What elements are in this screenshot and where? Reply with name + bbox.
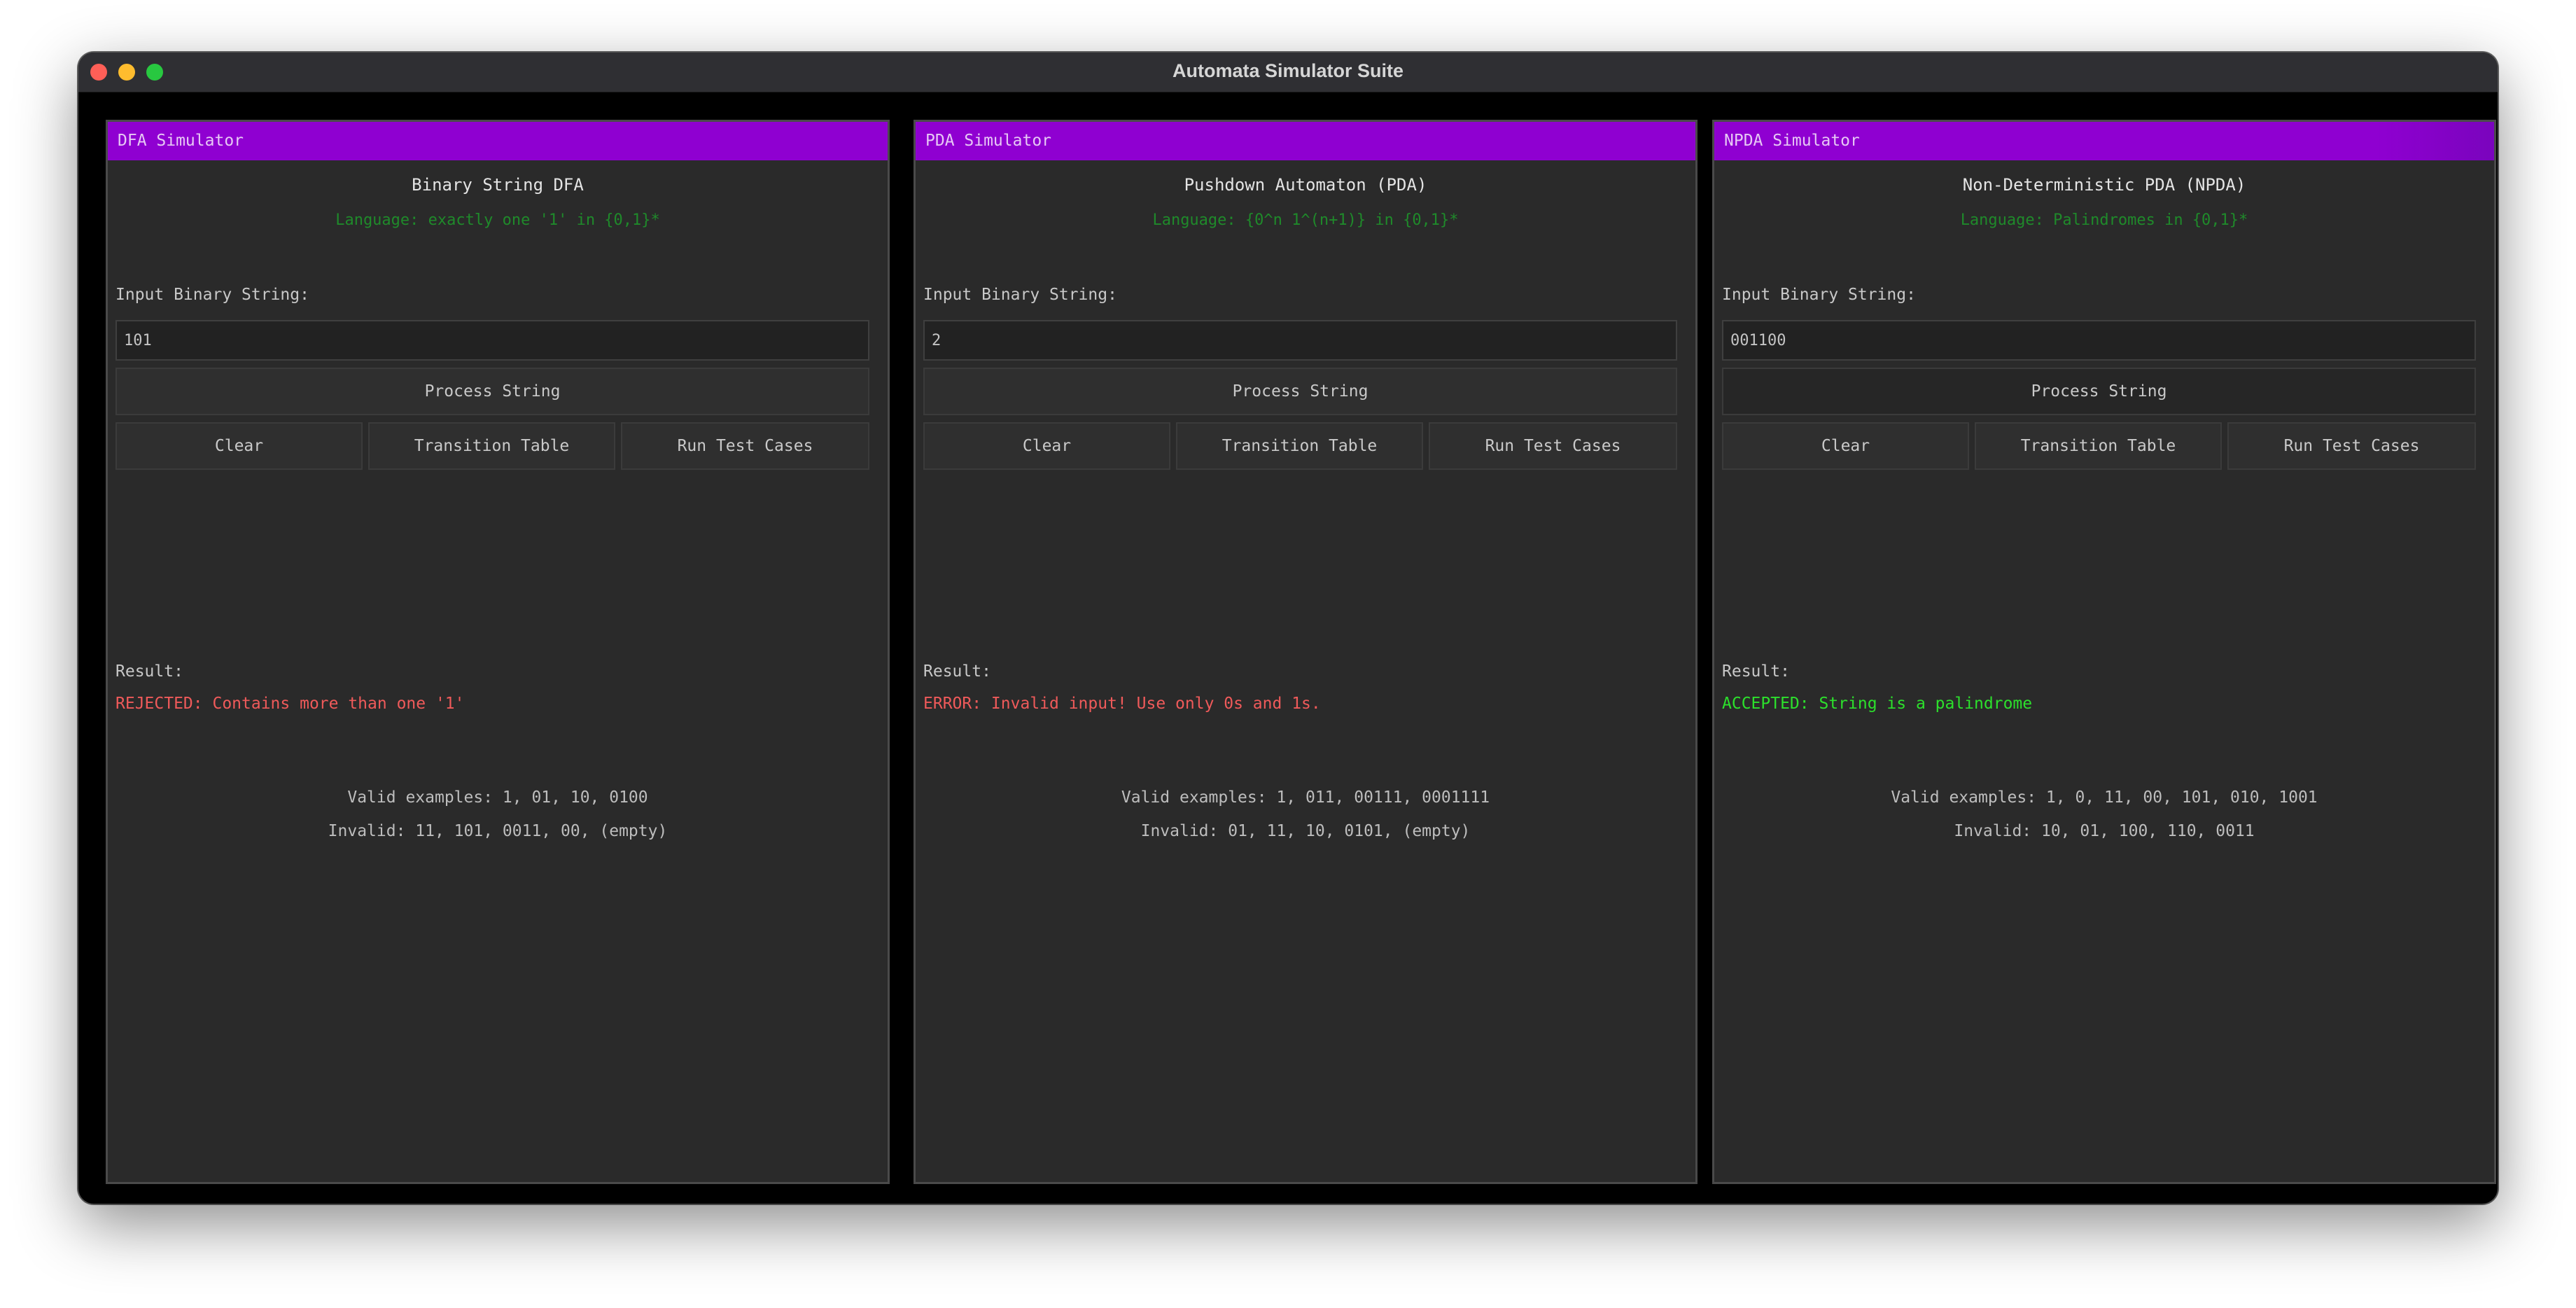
result-label: Result: xyxy=(1722,662,1790,681)
input-label: Input Binary String: xyxy=(1722,286,1916,304)
input-label: Input Binary String: xyxy=(115,286,309,304)
transition-table-button[interactable]: Transition Table xyxy=(368,422,615,470)
npda-panel: NPDA Simulator Non-Deterministic PDA (NP… xyxy=(1712,120,2496,1184)
binary-string-input[interactable] xyxy=(115,320,869,361)
process-string-button[interactable]: Process String xyxy=(115,368,869,415)
run-test-cases-button[interactable]: Run Test Cases xyxy=(1429,422,1677,470)
language-description: Language: exactly one '1' in {0,1}* xyxy=(335,211,660,229)
invalid-examples: Invalid: 10, 01, 100, 110, 0011 xyxy=(1954,822,2255,840)
valid-examples: Valid examples: 1, 0, 11, 00, 101, 010, … xyxy=(1891,788,2318,807)
clear-button[interactable]: Clear xyxy=(923,422,1170,470)
panel-header: DFA Simulator xyxy=(108,122,888,160)
input-label: Input Binary String: xyxy=(923,286,1117,304)
app-window: Automata Simulator Suite DFA Simulator B… xyxy=(78,53,2498,1204)
dfa-panel: DFA Simulator Binary String DFA Language… xyxy=(106,120,890,1184)
binary-string-input[interactable] xyxy=(923,320,1677,361)
process-string-button[interactable]: Process String xyxy=(1722,368,2476,415)
result-message: ACCEPTED: String is a palindrome xyxy=(1722,695,2033,713)
transition-table-button[interactable]: Transition Table xyxy=(1975,422,2222,470)
window-title: Automata Simulator Suite xyxy=(1172,60,1404,81)
automaton-title: Non-Deterministic PDA (NPDA) xyxy=(1962,175,2246,195)
result-message: REJECTED: Contains more than one '1' xyxy=(115,695,465,713)
language-description: Language: {0^n 1^(n+1)} in {0,1}* xyxy=(1152,211,1459,229)
invalid-examples: Invalid: 11, 101, 0011, 00, (empty) xyxy=(328,822,668,840)
binary-string-input[interactable] xyxy=(1722,320,2476,361)
automaton-title: Binary String DFA xyxy=(412,175,584,195)
process-string-button[interactable]: Process String xyxy=(923,368,1677,415)
title-bar: Automata Simulator Suite xyxy=(78,53,2498,92)
clear-button[interactable]: Clear xyxy=(1722,422,1969,470)
pda-panel: PDA Simulator Pushdown Automaton (PDA) L… xyxy=(913,120,1698,1184)
result-message: ERROR: Invalid input! Use only 0s and 1s… xyxy=(923,695,1321,713)
panel-header: PDA Simulator xyxy=(916,122,1695,160)
run-test-cases-button[interactable]: Run Test Cases xyxy=(2227,422,2476,470)
result-label: Result: xyxy=(115,662,183,681)
automaton-title: Pushdown Automaton (PDA) xyxy=(1184,175,1427,195)
valid-examples: Valid examples: 1, 011, 00111, 0001111 xyxy=(1121,788,1490,807)
invalid-examples: Invalid: 01, 11, 10, 0101, (empty) xyxy=(1140,822,1471,840)
language-description: Language: Palindromes in {0,1}* xyxy=(1960,211,2248,229)
valid-examples: Valid examples: 1, 01, 10, 0100 xyxy=(347,788,648,807)
clear-button[interactable]: Clear xyxy=(115,422,363,470)
run-test-cases-button[interactable]: Run Test Cases xyxy=(621,422,869,470)
panel-header: NPDA Simulator xyxy=(1714,122,2494,160)
transition-table-button[interactable]: Transition Table xyxy=(1176,422,1423,470)
result-label: Result: xyxy=(923,662,991,681)
